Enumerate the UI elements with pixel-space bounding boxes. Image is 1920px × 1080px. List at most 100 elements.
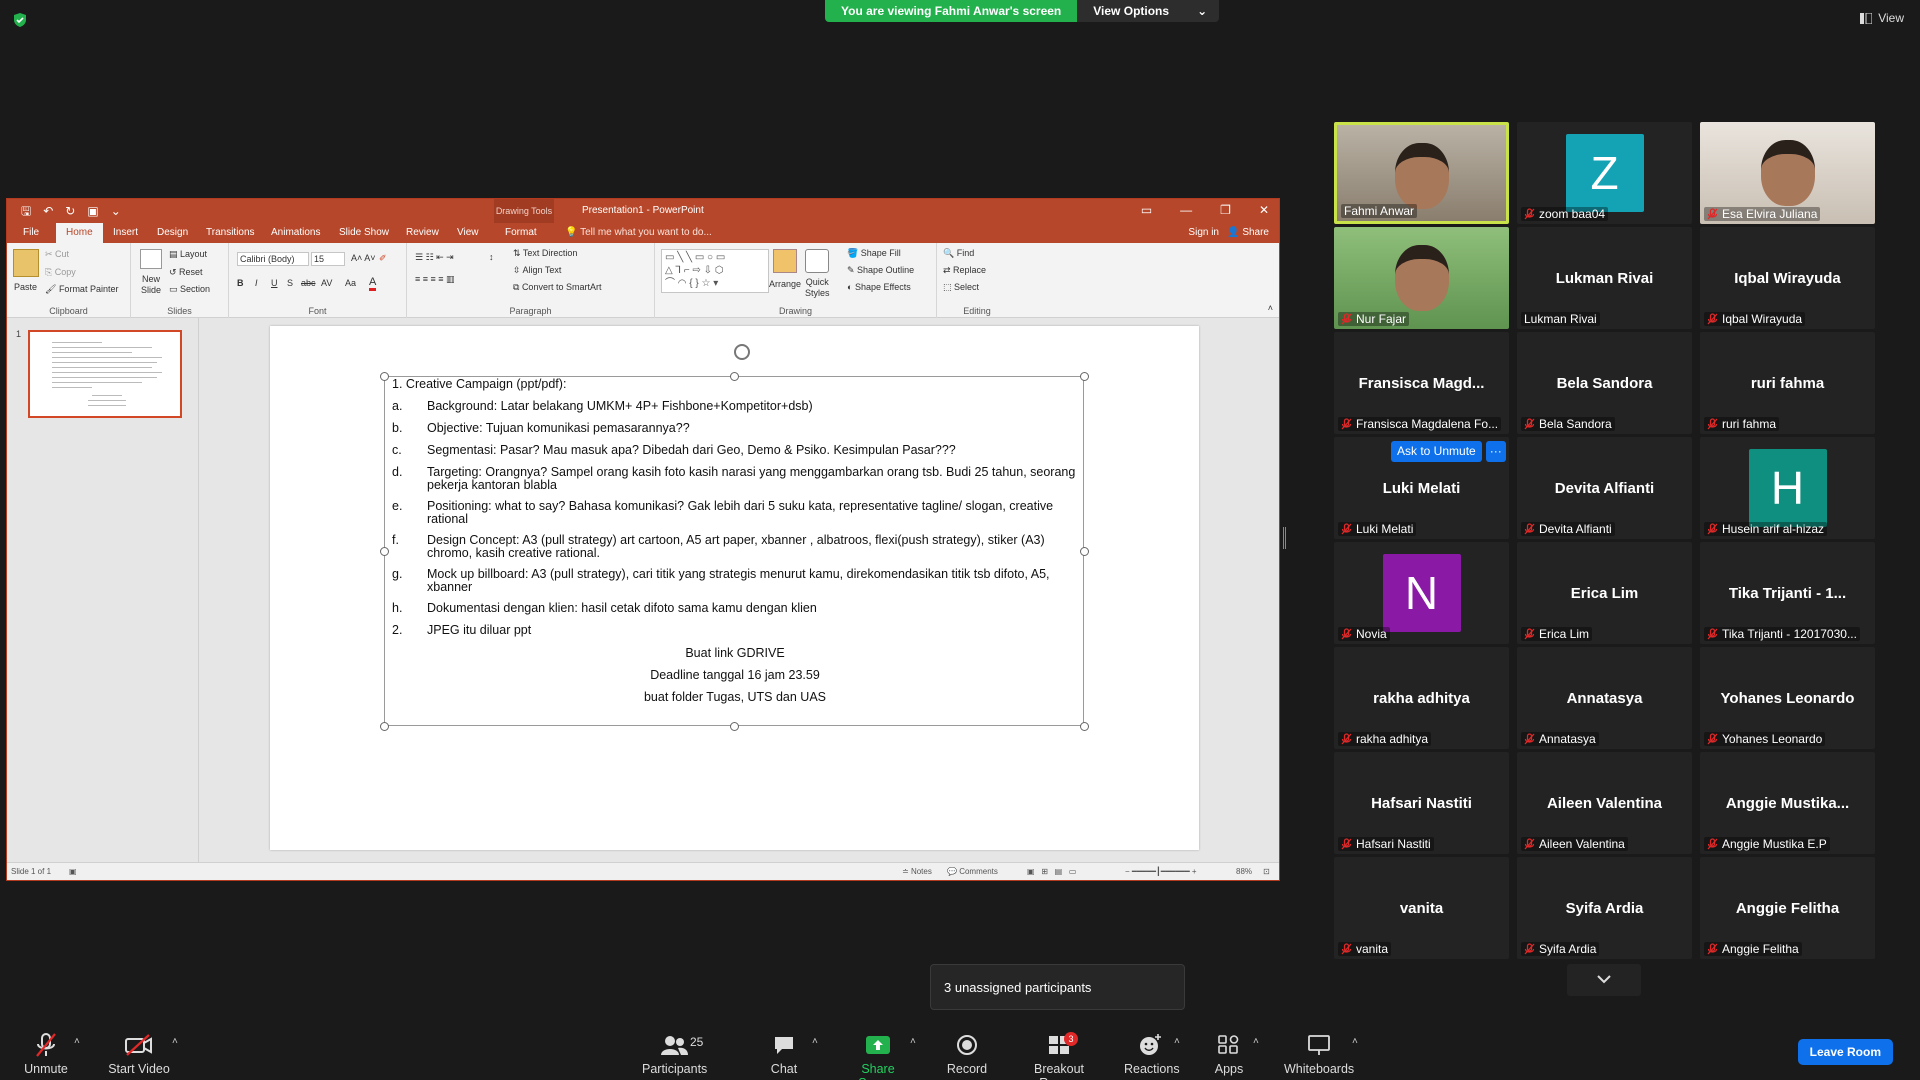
char-spacing-icon[interactable]: AV xyxy=(321,278,332,288)
reactions-options-chevron[interactable]: ˄ xyxy=(1174,1036,1180,1047)
shape-effects-button[interactable]: ◐ Shape Effects xyxy=(847,282,911,292)
tab-view[interactable]: View xyxy=(457,227,479,238)
shadow-icon[interactable]: S xyxy=(287,278,293,288)
resize-handle[interactable] xyxy=(1080,722,1089,731)
view-button[interactable]: View xyxy=(1860,11,1904,25)
tab-slide-show[interactable]: Slide Show xyxy=(339,227,389,238)
participant-tile[interactable]: Iqbal Wirayuda Iqbal Wirayuda xyxy=(1700,227,1875,329)
start-presentation-icon[interactable]: ▣ xyxy=(87,204,98,218)
tab-review[interactable]: Review xyxy=(406,227,439,238)
share-options-chevron[interactable]: ˄ xyxy=(910,1036,916,1047)
quick-styles-button[interactable]: Quick Styles xyxy=(805,277,830,299)
resize-handle[interactable] xyxy=(380,722,389,731)
reset-button[interactable]: ↺ Reset xyxy=(169,267,203,278)
change-case-icon[interactable]: Aa xyxy=(345,278,356,288)
new-slide-button[interactable]: New Slide xyxy=(141,274,161,296)
leave-room-button[interactable]: Leave Room xyxy=(1797,1039,1893,1065)
record-button[interactable]: Record xyxy=(946,1032,988,1076)
apps-button[interactable]: Apps xyxy=(1213,1032,1245,1076)
restore-icon[interactable]: ❐ xyxy=(1220,203,1231,217)
grow-shrink-font-icons[interactable]: A˄ A˅ xyxy=(351,253,376,263)
participant-tile[interactable]: Lukman Rivai Lukman Rivai xyxy=(1517,227,1692,329)
italic-icon[interactable]: I xyxy=(255,278,258,288)
participant-tile[interactable]: Devita Alfianti Devita Alfianti xyxy=(1517,437,1692,539)
breakout-rooms-button[interactable]: Breakout Rooms xyxy=(1013,1032,1105,1080)
participant-tile[interactable]: Erica Lim Erica Lim xyxy=(1517,542,1692,644)
participant-tile[interactable]: Aileen Valentina Aileen Valentina xyxy=(1517,752,1692,854)
encryption-shield-icon[interactable] xyxy=(12,12,28,28)
participant-tile[interactable]: H Husein arif al-hizaz xyxy=(1700,437,1875,539)
line-spacing-icon[interactable]: ↕ xyxy=(489,252,494,262)
sign-in-link[interactable]: Sign in xyxy=(1188,227,1219,238)
fit-slide-icon[interactable]: ⊡ xyxy=(1263,867,1270,876)
layout-button[interactable]: ▤ Layout xyxy=(169,249,207,260)
font-name-box[interactable]: Calibri (Body) xyxy=(237,252,309,266)
font-size-box[interactable]: 15 xyxy=(311,252,345,266)
unmute-button[interactable]: Unmute xyxy=(24,1032,68,1076)
resize-handle[interactable] xyxy=(380,547,389,556)
slide-thumbnail[interactable] xyxy=(28,330,182,418)
gallery-resize-handle[interactable] xyxy=(1283,527,1286,549)
participant-tile[interactable]: Zzoom baa04 xyxy=(1517,122,1692,224)
shape-outline-button[interactable]: ✎ Shape Outline xyxy=(847,265,914,276)
shapes-gallery[interactable]: ▭ ╲ ╲ ▭ ○ ▭ △ ⅂ ⌐ ⇨ ⇩ ⬡ ⌒ ◠ { } ☆ ▾ xyxy=(661,249,769,293)
resize-handle[interactable] xyxy=(1080,547,1089,556)
text-direction-button[interactable]: ⇅ Text Direction xyxy=(513,248,577,259)
zoom-level[interactable]: 88% xyxy=(1236,867,1252,876)
find-button[interactable]: 🔍 Find xyxy=(943,248,974,259)
participant-tile[interactable]: Anggie Mustika... Anggie Mustika E.P xyxy=(1700,752,1875,854)
ribbon-display-icon[interactable]: ▭ xyxy=(1141,203,1152,217)
save-icon[interactable]: 🖫 xyxy=(21,204,31,218)
paste-icon[interactable] xyxy=(13,249,39,277)
participant-tile[interactable]: Hafsari Nastiti Hafsari Nastiti xyxy=(1334,752,1509,854)
participant-tile[interactable]: N Novia xyxy=(1334,542,1509,644)
resize-handle[interactable] xyxy=(730,722,739,731)
bold-icon[interactable]: B xyxy=(237,278,244,288)
copy-button[interactable]: ⎘ Copy xyxy=(45,267,76,278)
quick-styles-icon[interactable] xyxy=(805,249,829,273)
underline-icon[interactable]: U xyxy=(271,278,278,288)
rotate-handle-icon[interactable] xyxy=(734,344,750,360)
more-options-button[interactable]: ··· xyxy=(1485,441,1506,462)
convert-smartart-button[interactable]: ⧉ Convert to SmartArt xyxy=(513,282,601,293)
clear-formatting-icon[interactable]: ✐ xyxy=(379,253,387,264)
notes-button[interactable]: ≐ Notes xyxy=(902,867,932,876)
apps-options-chevron[interactable]: ˄ xyxy=(1253,1036,1259,1047)
close-icon[interactable]: ✕ xyxy=(1259,203,1269,217)
spellcheck-icon[interactable]: ▣ xyxy=(69,867,77,876)
minimize-icon[interactable]: — xyxy=(1180,203,1192,217)
reactions-button[interactable]: Reactions xyxy=(1124,1032,1180,1076)
whiteboards-button[interactable]: Whiteboards xyxy=(1284,1032,1354,1076)
participant-tile[interactable]: Anggie Felitha Anggie Felitha xyxy=(1700,857,1875,959)
collapse-ribbon-icon[interactable]: ˄ xyxy=(1268,303,1273,313)
font-color-icon[interactable]: A xyxy=(369,276,377,291)
align-text-button[interactable]: ⇳ Align Text xyxy=(513,265,561,276)
tab-design[interactable]: Design xyxy=(157,227,188,238)
shape-fill-button[interactable]: 🪣 Shape Fill xyxy=(847,248,901,259)
resize-handle[interactable] xyxy=(730,372,739,381)
participant-tile[interactable]: Fransisca Magd... Fransisca Magdalena Fo.… xyxy=(1334,332,1509,434)
select-button[interactable]: ⬚ Select xyxy=(943,282,979,293)
tab-home[interactable]: Home xyxy=(56,223,103,243)
participant-tile[interactable]: Syifa Ardia Syifa Ardia xyxy=(1517,857,1692,959)
view-buttons[interactable]: ▣ ⊞ ▤ ▭ xyxy=(1027,867,1076,876)
new-slide-icon[interactable] xyxy=(140,249,162,269)
cut-button[interactable]: ✂ Cut xyxy=(45,249,69,260)
section-button[interactable]: ▭ Section xyxy=(169,284,210,295)
participant-tile[interactable]: Yohanes Leonardo Yohanes Leonardo xyxy=(1700,647,1875,749)
resize-handle[interactable] xyxy=(380,372,389,381)
tab-file[interactable]: File xyxy=(23,227,39,238)
slide-canvas[interactable]: 1. Creative Campaign (ppt/pdf): a. Backgr… xyxy=(270,326,1199,850)
participant-tile[interactable]: Esa Elvira Juliana xyxy=(1700,122,1875,224)
customize-toolbar-icon[interactable]: ⌄ xyxy=(111,204,121,218)
tell-me-search[interactable]: 💡 Tell me what you want to do... xyxy=(565,227,712,238)
participant-tile[interactable]: Bela Sandora Bela Sandora xyxy=(1517,332,1692,434)
tab-format[interactable]: Format xyxy=(505,227,537,238)
gallery-next-page-button[interactable] xyxy=(1567,964,1641,996)
undo-icon[interactable]: ↶ xyxy=(43,204,53,218)
participant-tile[interactable]: Fahmi Anwar xyxy=(1334,122,1509,224)
text-placeholder[interactable]: 1. Creative Campaign (ppt/pdf): a. Backgr… xyxy=(380,372,1089,731)
tab-insert[interactable]: Insert xyxy=(113,227,138,238)
whiteboards-options-chevron[interactable]: ˄ xyxy=(1352,1036,1358,1047)
video-options-chevron[interactable]: ˄ xyxy=(172,1036,178,1047)
